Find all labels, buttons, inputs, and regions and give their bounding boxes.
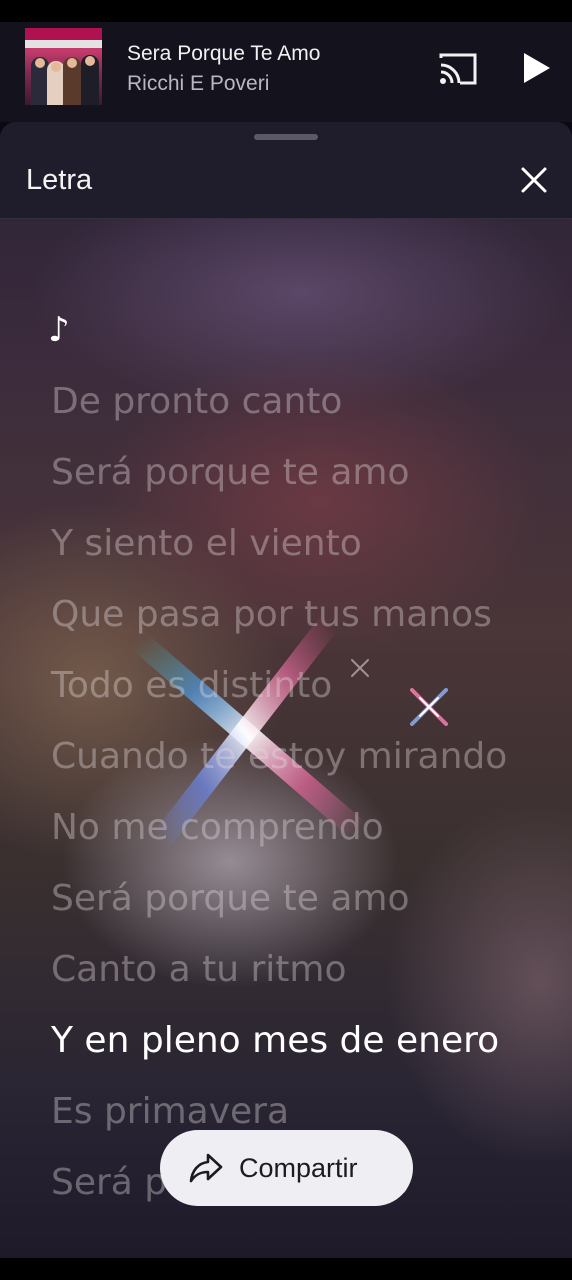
lyric-line[interactable]: Será porque te amo <box>51 878 409 919</box>
album-art <box>25 28 102 105</box>
sparkle-tiny-decoration <box>351 659 369 677</box>
lyric-line[interactable]: De pronto canto <box>51 381 342 422</box>
lyric-line[interactable]: Todo es distinto <box>51 665 332 706</box>
lyric-line[interactable]: Canto a tu ritmo <box>51 949 347 990</box>
share-icon <box>189 1153 223 1183</box>
sparkle-small-decoration <box>410 688 448 726</box>
lyric-line[interactable]: No me comprendo <box>51 807 384 848</box>
share-button[interactable]: Compartir <box>160 1130 413 1206</box>
navigation-bar <box>0 1258 572 1280</box>
drag-handle[interactable] <box>254 134 318 140</box>
song-title: Sera Porque Te Amo <box>127 42 321 65</box>
lyrics-screen: Sera Porque Te Amo Ricchi E Poveri Letra <box>0 0 572 1280</box>
cast-icon[interactable] <box>438 52 478 86</box>
share-label: Compartir <box>239 1153 358 1183</box>
lyric-line-active[interactable]: Y en pleno mes de enero <box>51 1020 499 1061</box>
music-note-icon: ♪ <box>48 310 70 350</box>
lyrics-sheet: Letra ♪ De pronto canto Será porque te a… <box>0 122 572 1258</box>
mini-player[interactable]: Sera Porque Te Amo Ricchi E Poveri <box>0 22 572 122</box>
lyric-line[interactable]: Que pasa por tus manos <box>51 594 492 635</box>
play-icon[interactable] <box>518 50 554 86</box>
close-icon[interactable] <box>516 162 552 198</box>
lyric-line[interactable]: Y siento el viento <box>51 523 362 564</box>
lyrics-sheet-header: Letra <box>0 122 572 219</box>
status-bar <box>0 0 572 22</box>
lyric-line[interactable]: Es primavera <box>51 1091 289 1132</box>
lyrics-title: Letra <box>26 164 93 196</box>
song-artist: Ricchi E Poveri <box>127 72 270 95</box>
lyric-line[interactable]: Será porque te amo <box>51 452 409 493</box>
lyric-line[interactable]: Cuando te estoy mirando <box>51 736 507 777</box>
